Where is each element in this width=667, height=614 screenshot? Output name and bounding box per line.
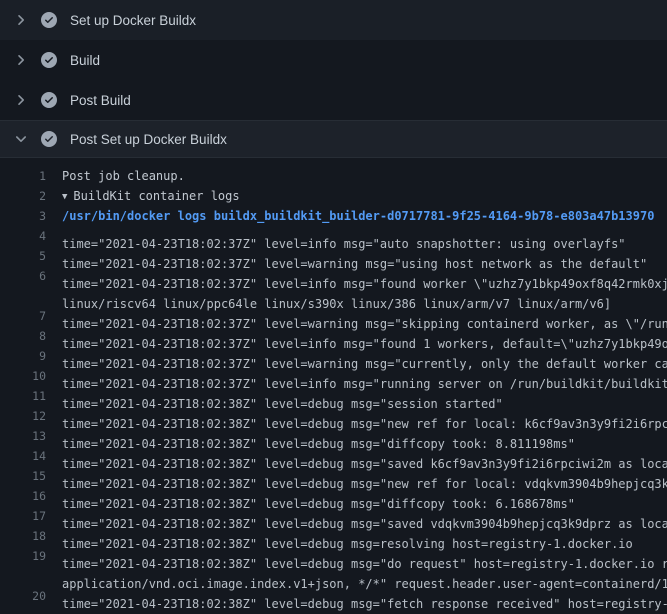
group-label: BuildKit container logs [73,189,239,203]
line-number[interactable]: 2 [0,186,46,206]
chevron-right-icon [13,12,29,28]
line-number[interactable]: 9 [0,346,46,366]
chevron-right-icon [13,52,29,68]
step-header-post-set-up-docker-buildx[interactable]: Post Set up Docker Buildx [0,120,667,158]
line-number[interactable]: 16 [0,486,46,506]
line-number[interactable]: 19 [0,546,46,566]
log-line: 5 time="2021-04-23T18:02:37Z" level=warn… [0,246,667,266]
log-line: 9 time="2021-04-23T18:02:37Z" level=warn… [0,346,667,366]
line-number[interactable]: 4 [0,226,46,246]
line-text: time="2021-04-23T18:02:37Z" level=warnin… [46,346,667,366]
line-text: ▼ BuildKit container logs [46,186,240,206]
check-circle-icon [41,52,57,68]
line-text: linux/riscv64 linux/ppc64le linux/s390x … [46,286,611,306]
line-text: time="2021-04-23T18:02:38Z" level=debug … [46,526,633,546]
step-title: Build [70,53,100,68]
step-header-build[interactable]: Build [0,40,667,80]
step-title: Post Set up Docker Buildx [70,132,227,147]
log-line: 19 time="2021-04-23T18:02:38Z" level=deb… [0,546,667,566]
line-text: time="2021-04-23T18:02:37Z" level=info m… [46,266,667,286]
line-text: time="2021-04-23T18:02:37Z" level=info m… [46,226,626,246]
line-number[interactable]: 10 [0,366,46,386]
log-line: 12 time="2021-04-23T18:02:38Z" level=deb… [0,406,667,426]
line-number[interactable]: 6 [0,266,46,286]
log-line: 18 time="2021-04-23T18:02:38Z" level=deb… [0,526,667,546]
log-line: 2 ▼ BuildKit container logs [0,186,667,206]
line-number[interactable]: 13 [0,426,46,446]
line-number[interactable]: 7 [0,306,46,326]
line-number[interactable]: 20 [0,586,46,606]
log-line: 7 time="2021-04-23T18:02:37Z" level=warn… [0,306,667,326]
chevron-right-icon [13,92,29,108]
log-line: 16 time="2021-04-23T18:02:38Z" level=deb… [0,486,667,506]
line-text: time="2021-04-23T18:02:38Z" level=debug … [46,586,667,606]
step-header-set-up-docker-buildx[interactable]: Set up Docker Buildx [0,0,667,40]
log-line: 4 time="2021-04-23T18:02:37Z" level=info… [0,226,667,246]
line-number[interactable]: 1 [0,166,46,186]
check-circle-icon [41,131,57,147]
log-line: application/vnd.oci.image.index.v1+json,… [0,566,667,586]
group-toggle-icon[interactable]: ▼ [62,187,67,207]
log-line: 10 time="2021-04-23T18:02:37Z" level=inf… [0,366,667,386]
log-line: 8 time="2021-04-23T18:02:37Z" level=info… [0,326,667,346]
line-text: /usr/bin/docker logs buildx_buildkit_bui… [46,206,654,226]
line-text: Post job cleanup. [46,166,185,186]
step-header-post-build[interactable]: Post Build [0,80,667,120]
line-text: time="2021-04-23T18:02:38Z" level=debug … [46,546,667,566]
line-text: time="2021-04-23T18:02:38Z" level=debug … [46,466,667,486]
log-line: 14 time="2021-04-23T18:02:38Z" level=deb… [0,446,667,466]
log-line: linux/riscv64 linux/ppc64le linux/s390x … [0,286,667,306]
line-number[interactable]: 3 [0,206,46,226]
line-number[interactable] [0,566,46,586]
line-text: time="2021-04-23T18:02:38Z" level=debug … [46,406,667,426]
line-text: time="2021-04-23T18:02:38Z" level=debug … [46,486,575,506]
line-number[interactable]: 11 [0,386,46,406]
check-circle-icon [41,12,57,28]
step-title: Post Build [70,93,131,108]
log-line: 13 time="2021-04-23T18:02:38Z" level=deb… [0,426,667,446]
line-number[interactable]: 12 [0,406,46,426]
line-number[interactable]: 15 [0,466,46,486]
log-line: 6 time="2021-04-23T18:02:37Z" level=info… [0,266,667,286]
line-text: time="2021-04-23T18:02:38Z" level=debug … [46,386,503,406]
line-number[interactable]: 5 [0,246,46,266]
line-number[interactable]: 8 [0,326,46,346]
line-number[interactable] [0,286,46,306]
line-text: application/vnd.oci.image.index.v1+json,… [46,566,667,586]
line-text: time="2021-04-23T18:02:37Z" level=warnin… [46,246,647,266]
check-circle-icon [41,92,57,108]
log-lines: 1 Post job cleanup. 2 ▼ BuildKit containe… [0,166,667,606]
line-text: time="2021-04-23T18:02:37Z" level=info m… [46,326,667,346]
log-line: 15 time="2021-04-23T18:02:38Z" level=deb… [0,466,667,486]
line-text: time="2021-04-23T18:02:37Z" level=warnin… [46,306,667,326]
log-line: 1 Post job cleanup. [0,166,667,186]
step-title: Set up Docker Buildx [70,13,196,28]
log-line: 17 time="2021-04-23T18:02:38Z" level=deb… [0,506,667,526]
line-text: time="2021-04-23T18:02:38Z" level=debug … [46,426,575,446]
log-line: 20 time="2021-04-23T18:02:38Z" level=deb… [0,586,667,606]
line-number[interactable]: 14 [0,446,46,466]
line-text: time="2021-04-23T18:02:38Z" level=debug … [46,446,667,466]
line-text: time="2021-04-23T18:02:37Z" level=info m… [46,366,667,386]
chevron-down-icon [13,131,29,147]
line-number[interactable]: 17 [0,506,46,526]
log-viewer: 1 Post job cleanup. 2 ▼ BuildKit containe… [0,158,667,606]
line-number[interactable]: 18 [0,526,46,546]
job-steps: Set up Docker Buildx Build Post Build Po… [0,0,667,606]
line-text: time="2021-04-23T18:02:38Z" level=debug … [46,506,667,526]
log-line: 3 /usr/bin/docker logs buildx_buildkit_b… [0,206,667,226]
